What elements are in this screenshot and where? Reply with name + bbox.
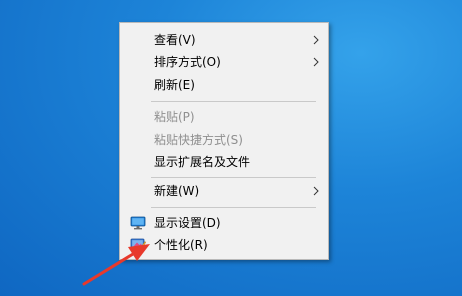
- menu-item-personalize[interactable]: 个性化(R): [121, 234, 327, 256]
- menu-item-label: 粘贴快捷方式(S): [154, 133, 243, 147]
- menu-item-label: 新建(W): [154, 184, 200, 198]
- menu-item-show-extensions[interactable]: 显示扩展名及文件: [121, 151, 327, 173]
- menu-item-display-settings[interactable]: 显示设置(D): [121, 212, 327, 234]
- menu-separator: [151, 101, 316, 102]
- menu-item-paste[interactable]: 粘贴(P): [121, 106, 327, 128]
- menu-separator: [151, 177, 316, 178]
- chevron-right-icon: [313, 186, 319, 196]
- menu-item-view[interactable]: 查看(V): [121, 29, 327, 51]
- personalize-icon: [130, 238, 146, 252]
- menu-item-sort-by[interactable]: 排序方式(O): [121, 51, 327, 73]
- menu-separator: [151, 207, 316, 208]
- menu-item-new[interactable]: 新建(W): [121, 180, 327, 202]
- chevron-right-icon: [313, 35, 319, 45]
- display-settings-icon: [130, 216, 146, 230]
- menu-item-label: 查看(V): [154, 33, 196, 47]
- menu-item-label: 排序方式(O): [154, 55, 221, 69]
- menu-item-refresh[interactable]: 刷新(E): [121, 74, 327, 96]
- menu-item-label: 显示扩展名及文件: [154, 155, 251, 169]
- menu-item-label: 显示设置(D): [154, 216, 221, 230]
- chevron-right-icon: [313, 57, 319, 67]
- menu-item-label: 刷新(E): [154, 78, 195, 92]
- menu-item-paste-shortcut[interactable]: 粘贴快捷方式(S): [121, 129, 327, 151]
- menu-item-label: 个性化(R): [154, 238, 208, 252]
- desktop-context-menu: 查看(V) 排序方式(O) 刷新(E) 粘贴(P) 粘贴快捷方式(S) 显示扩展…: [119, 22, 329, 260]
- menu-item-label: 粘贴(P): [154, 110, 195, 124]
